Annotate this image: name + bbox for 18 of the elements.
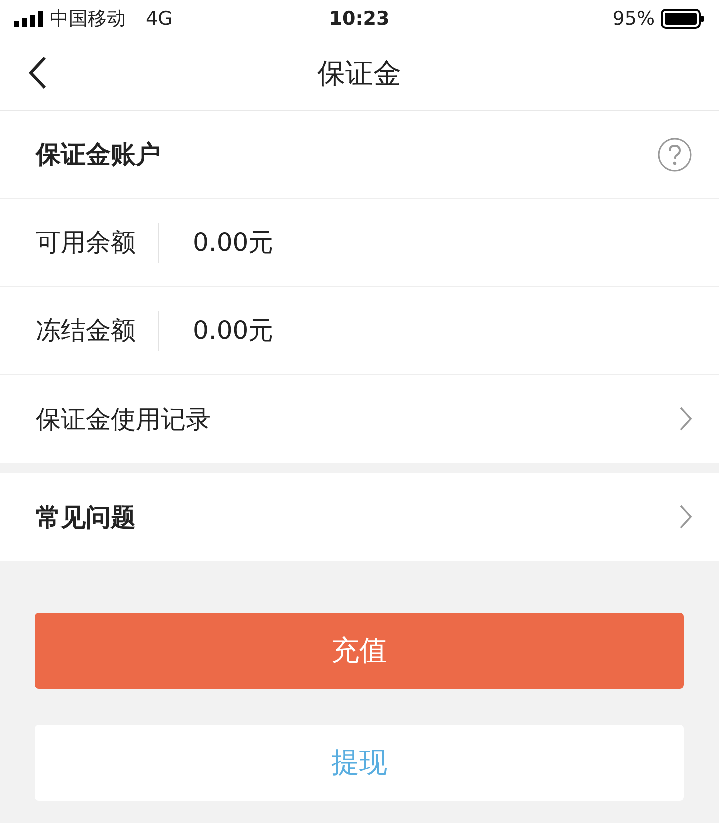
balance-label: 冻结金额 [36, 310, 159, 350]
chevron-icon [679, 406, 693, 432]
carrier-name: 中国移动 [50, 7, 126, 32]
back-icon [28, 56, 48, 90]
balance-value: 0.00元 [193, 315, 274, 347]
chevron-icon [679, 504, 693, 530]
battery-percent: 95% [612, 8, 655, 30]
help-icon [657, 136, 693, 172]
signal-icon [14, 11, 44, 27]
status-time: 10:23 [329, 8, 390, 30]
network-type: 4G [146, 8, 173, 30]
help-button[interactable] [657, 136, 693, 172]
account-heading: 保证金账户 [36, 139, 161, 171]
battery-icon [661, 9, 705, 29]
back-button[interactable] [28, 56, 48, 90]
page-title: 保证金 [318, 56, 402, 92]
balance-value: 0.00元 [193, 227, 274, 259]
balance-label: 可用余额 [36, 222, 159, 262]
